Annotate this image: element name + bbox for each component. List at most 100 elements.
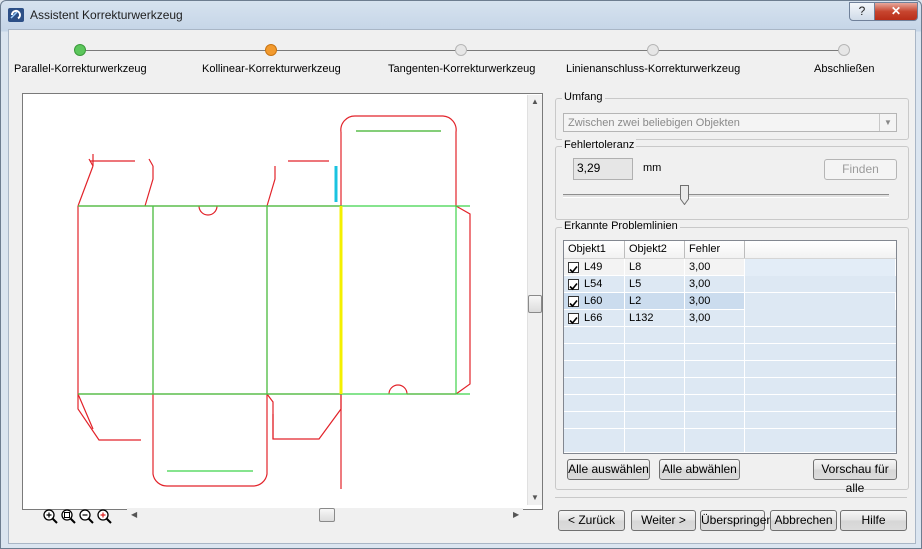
fehler-cell: 3,00 bbox=[685, 293, 745, 310]
fehler-cell: 3,00 bbox=[685, 259, 745, 276]
dieline-preview[interactable] bbox=[22, 93, 543, 510]
table-row[interactable]: L49 L8 3,00 bbox=[564, 259, 896, 276]
tolerance-slider-thumb[interactable] bbox=[679, 185, 689, 205]
umfang-select[interactable]: Zwischen zwei beliebigen Objekten ▼ bbox=[563, 113, 897, 132]
zoom-area-icon[interactable] bbox=[60, 508, 76, 524]
dieline-drawing bbox=[77, 115, 471, 489]
chevron-down-icon[interactable]: ▼ bbox=[879, 114, 896, 131]
problemlinien-group: Erkannte Problemlinien Objekt1 Objekt2 F… bbox=[555, 220, 909, 495]
empty-row bbox=[564, 378, 896, 395]
help-title-button[interactable]: ? bbox=[849, 2, 875, 21]
close-icon: ✕ bbox=[890, 4, 902, 18]
table-row[interactable]: L54 L5 3,00 bbox=[564, 276, 896, 293]
table-row[interactable]: L60 L2 3,00 bbox=[564, 293, 896, 310]
tolerance-unit: mm bbox=[643, 162, 662, 174]
checkmark-icon bbox=[569, 299, 578, 308]
column-header-fehler[interactable]: Fehler bbox=[685, 241, 745, 258]
fehlertoleranz-group: Fehlertoleranz 3,29 mm Finden bbox=[555, 139, 909, 220]
next-button[interactable]: Weiter > bbox=[631, 510, 696, 531]
empty-row bbox=[564, 361, 896, 378]
problem-lines-table[interactable]: Objekt1 Objekt2 Fehler L49 L8 3,00 L54 L… bbox=[563, 240, 897, 454]
back-button[interactable]: < Zurück bbox=[558, 510, 625, 531]
filler-cell bbox=[745, 293, 896, 310]
select-all-button[interactable]: Alle auswählen bbox=[567, 459, 650, 480]
window-title: Assistent Korrekturwerkzeug bbox=[30, 8, 183, 22]
table-row[interactable]: L66 L132 3,00 bbox=[564, 310, 896, 327]
close-button[interactable]: ✕ bbox=[874, 2, 918, 21]
empty-row bbox=[564, 395, 896, 412]
filler-cell bbox=[745, 259, 896, 276]
wizard-window: Assistent Korrekturwerkzeug ? ✕ Parallel… bbox=[0, 0, 922, 549]
column-header-objekt1[interactable]: Objekt1 bbox=[564, 241, 625, 258]
checkmark-icon bbox=[569, 316, 578, 325]
zoom-in-icon[interactable] bbox=[42, 508, 58, 524]
scroll-left-icon[interactable]: ◀ bbox=[131, 510, 137, 519]
column-separator bbox=[624, 259, 625, 453]
umfang-group: Umfang Zwischen zwei beliebigen Objekten… bbox=[555, 91, 909, 140]
zoom-out-icon[interactable] bbox=[78, 508, 94, 524]
scroll-right-icon[interactable]: ▶ bbox=[513, 510, 519, 519]
empty-row bbox=[564, 344, 896, 361]
row-checkbox[interactable] bbox=[568, 313, 579, 325]
table-header: Objekt1 Objekt2 Fehler bbox=[564, 241, 896, 259]
checkmark-icon bbox=[569, 265, 578, 274]
problemlinien-label: Erkannte Problemlinien bbox=[562, 220, 680, 232]
step-dot-kollinear bbox=[265, 44, 277, 56]
title-bar: Assistent Korrekturwerkzeug ? ✕ bbox=[1, 1, 921, 29]
objekt1-cell: L60 bbox=[564, 293, 625, 310]
find-button[interactable]: Finden bbox=[824, 159, 897, 180]
vertical-scroll-thumb[interactable] bbox=[528, 295, 542, 313]
footer-separator bbox=[555, 497, 907, 498]
tolerance-input[interactable]: 3,29 bbox=[573, 158, 633, 180]
app-icon bbox=[8, 8, 24, 22]
zoom-fit-icon[interactable] bbox=[96, 508, 112, 524]
checkmark-icon bbox=[569, 282, 578, 291]
row-checkbox[interactable] bbox=[568, 296, 579, 308]
preview-horizontal-scrollbar[interactable]: ◀ ▶ bbox=[127, 508, 523, 522]
fehler-cell: 3,00 bbox=[685, 276, 745, 293]
wizard-client: Parallel-Korrekturwerkzeug Kollinear-Kor… bbox=[8, 29, 916, 544]
skip-button[interactable]: Überspringen bbox=[700, 510, 773, 531]
empty-row bbox=[564, 429, 896, 453]
row-checkbox[interactable] bbox=[568, 262, 579, 274]
objekt2-cell: L2 bbox=[625, 293, 685, 310]
umfang-label: Umfang bbox=[562, 91, 605, 103]
objekt2-cell: L8 bbox=[625, 259, 685, 276]
step-dot-tangenten bbox=[455, 44, 467, 56]
fehlertoleranz-label: Fehlertoleranz bbox=[562, 139, 637, 151]
cancel-button[interactable]: Abbrechen bbox=[770, 510, 837, 531]
step-dot-linienanschluss bbox=[647, 44, 659, 56]
preview-all-button[interactable]: Vorschau für alle bbox=[813, 459, 897, 495]
objekt1-cell: L54 bbox=[564, 276, 625, 293]
objekt1-value: L49 bbox=[584, 261, 603, 273]
scroll-up-icon[interactable]: ▲ bbox=[531, 97, 539, 106]
column-header-objekt2[interactable]: Objekt2 bbox=[625, 241, 685, 258]
zoom-toolbar bbox=[42, 508, 122, 524]
row-checkbox[interactable] bbox=[568, 279, 579, 291]
objekt1-value: L60 bbox=[584, 295, 603, 307]
column-separator bbox=[744, 259, 745, 453]
help-button[interactable]: Hilfe bbox=[840, 510, 907, 531]
preview-vertical-scrollbar[interactable]: ▲ ▼ bbox=[527, 95, 542, 505]
horizontal-scroll-thumb[interactable] bbox=[319, 508, 335, 522]
objekt1-cell: L49 bbox=[564, 259, 625, 276]
step-label-parallel: Parallel-Korrekturwerkzeug bbox=[14, 63, 147, 75]
deselect-all-button[interactable]: Alle abwählen bbox=[659, 459, 740, 480]
fehler-cell: 3,00 bbox=[685, 310, 745, 327]
umfang-value: Zwischen zwei beliebigen Objekten bbox=[568, 117, 740, 129]
objekt2-cell: L132 bbox=[625, 310, 685, 327]
tolerance-slider-track[interactable] bbox=[563, 194, 889, 198]
objekt2-cell: L5 bbox=[625, 276, 685, 293]
objekt1-value: L54 bbox=[584, 278, 603, 290]
column-separator bbox=[684, 259, 685, 453]
step-dot-parallel bbox=[74, 44, 86, 56]
scroll-down-icon[interactable]: ▼ bbox=[531, 493, 539, 502]
objekt1-cell: L66 bbox=[564, 310, 625, 327]
step-label-kollinear: Kollinear-Korrekturwerkzeug bbox=[202, 63, 341, 75]
step-dot-abschliessen bbox=[838, 44, 850, 56]
step-label-tangenten: Tangenten-Korrekturwerkzeug bbox=[388, 63, 536, 75]
empty-row bbox=[564, 412, 896, 429]
objekt1-value: L66 bbox=[584, 312, 603, 324]
empty-row bbox=[564, 327, 896, 344]
step-label-linienanschluss: Linienanschluss-Korrekturwerkzeug bbox=[566, 63, 741, 75]
